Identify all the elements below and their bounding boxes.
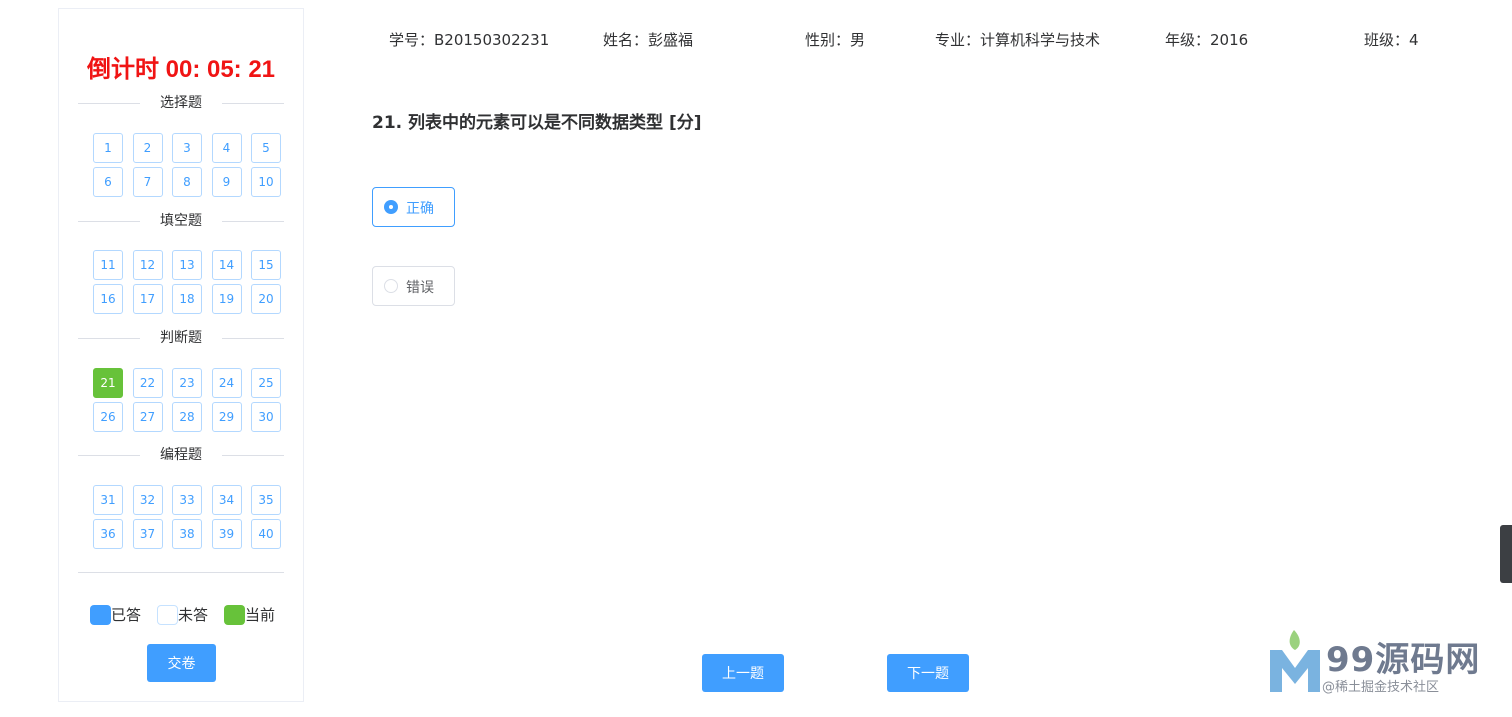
legend-answered-label: 已答 — [111, 606, 142, 624]
option-true[interactable]: 正确 — [372, 187, 455, 227]
question-button-33[interactable]: 33 — [172, 485, 202, 515]
question-button-22[interactable]: 22 — [132, 368, 163, 398]
student-info-bar: 学号：B20150302231 姓名：彭盛福 性别：男 专业：计算机科学与技术 … — [0, 29, 1512, 49]
question-button-32[interactable]: 32 — [132, 485, 163, 515]
section-divider-judge: 判断题 — [78, 328, 284, 348]
option-true-label: 正确 — [406, 201, 434, 217]
unanswered-swatch — [157, 605, 178, 625]
question-button-15[interactable]: 15 — [251, 250, 281, 280]
question-button-13[interactable]: 13 — [172, 250, 202, 280]
question-button-29[interactable]: 29 — [211, 402, 242, 432]
legend-current-label: 当前 — [245, 606, 276, 624]
legend-current: 当前 — [224, 601, 275, 625]
question-button-14[interactable]: 14 — [211, 250, 242, 280]
question-button-38[interactable]: 38 — [172, 519, 202, 549]
student-major: 专业：计算机科学与技术 — [935, 31, 1101, 49]
radio-unselected-icon[interactable] — [384, 279, 398, 293]
question-title: 21. 列表中的元素可以是不同数据类型 [分] — [372, 113, 702, 133]
question-button-27[interactable]: 27 — [132, 402, 163, 432]
student-grade: 年级：2016 — [1165, 31, 1249, 49]
question-button-23[interactable]: 23 — [172, 368, 202, 398]
watermark-sub: @稀土掘金技术社区 — [1322, 680, 1440, 695]
watermark: 99源码网 @稀土掘金技术社区 — [1268, 628, 1498, 698]
answered-swatch — [90, 605, 111, 625]
student-id: 学号：B20150302231 — [389, 31, 550, 49]
legend-unanswered-label: 未答 — [178, 606, 209, 624]
submit-exam-button[interactable]: 交卷 — [147, 644, 216, 682]
question-button-9[interactable]: 9 — [211, 167, 242, 197]
next-question-button[interactable]: 下一题 — [887, 654, 969, 692]
question-button-26[interactable]: 26 — [93, 402, 123, 432]
question-button-31[interactable]: 31 — [93, 485, 123, 515]
section-divider-fill: 填空题 — [78, 211, 284, 231]
question-button-11[interactable]: 11 — [93, 250, 123, 280]
legend-answered: 已答 — [90, 601, 141, 625]
question-button-40[interactable]: 40 — [251, 519, 281, 549]
question-button-35[interactable]: 35 — [251, 485, 281, 515]
legend-unanswered: 未答 — [157, 601, 208, 625]
section-divider-code: 编程题 — [78, 445, 284, 465]
question-button-18[interactable]: 18 — [172, 284, 202, 314]
question-button-28[interactable]: 28 — [172, 402, 202, 432]
watermark-brand: 99源码网 — [1326, 640, 1481, 680]
watermark-logo-icon — [1270, 630, 1320, 692]
question-button-17[interactable]: 17 — [132, 284, 163, 314]
section-title-choice: 选择题 — [160, 95, 202, 111]
question-button-5[interactable]: 5 — [251, 133, 281, 163]
question-button-10[interactable]: 10 — [251, 167, 281, 197]
question-button-16[interactable]: 16 — [93, 284, 123, 314]
section-title-code: 编程题 — [160, 447, 202, 463]
question-button-24[interactable]: 24 — [211, 368, 242, 398]
current-swatch — [224, 605, 245, 625]
question-button-37[interactable]: 37 — [132, 519, 163, 549]
question-button-2[interactable]: 2 — [132, 133, 163, 163]
question-button-8[interactable]: 8 — [172, 167, 202, 197]
radio-selected-icon[interactable] — [384, 200, 398, 214]
prev-question-button[interactable]: 上一题 — [702, 654, 784, 692]
question-button-25[interactable]: 25 — [251, 368, 281, 398]
question-button-1[interactable]: 1 — [93, 133, 123, 163]
question-button-19[interactable]: 19 — [211, 284, 242, 314]
question-button-39[interactable]: 39 — [211, 519, 242, 549]
question-button-4[interactable]: 4 — [211, 133, 242, 163]
section-title-judge: 判断题 — [160, 330, 202, 346]
status-legend: 已答 未答 当前 — [89, 601, 289, 625]
section-divider-choice: 选择题 — [78, 93, 284, 113]
question-grid-code: 31 32 33 34 35 36 37 38 39 40 — [93, 485, 281, 549]
question-button-7[interactable]: 7 — [132, 167, 163, 197]
section-title-fill: 填空题 — [160, 213, 202, 229]
question-grid-judge: 21 22 23 24 25 26 27 28 29 30 — [93, 368, 281, 432]
countdown-timer: 倒计时 00: 05: 21 — [86, 56, 276, 83]
question-button-36[interactable]: 36 — [93, 519, 123, 549]
option-false[interactable]: 错误 — [372, 266, 455, 306]
student-name: 姓名：彭盛福 — [603, 31, 694, 49]
question-grid-choice: 1 2 3 4 5 6 7 8 9 10 — [93, 133, 281, 197]
student-class: 班级：4 — [1364, 31, 1419, 49]
question-button-20[interactable]: 20 — [251, 284, 281, 314]
student-gender: 性别：男 — [805, 31, 866, 49]
question-button-12[interactable]: 12 — [132, 250, 163, 280]
option-false-label: 错误 — [406, 280, 434, 296]
question-button-6[interactable]: 6 — [93, 167, 123, 197]
legend-divider — [78, 572, 284, 573]
question-button-34[interactable]: 34 — [211, 485, 242, 515]
side-scroll-handle[interactable] — [1500, 525, 1512, 583]
question-nav-panel: 倒计时 00: 05: 21 选择题 1 2 3 4 5 6 7 8 9 10 … — [58, 8, 304, 702]
question-button-21[interactable]: 21 — [93, 368, 123, 398]
question-button-3[interactable]: 3 — [172, 133, 202, 163]
question-button-30[interactable]: 30 — [251, 402, 281, 432]
question-grid-fill: 11 12 13 14 15 16 17 18 19 20 — [93, 250, 281, 314]
